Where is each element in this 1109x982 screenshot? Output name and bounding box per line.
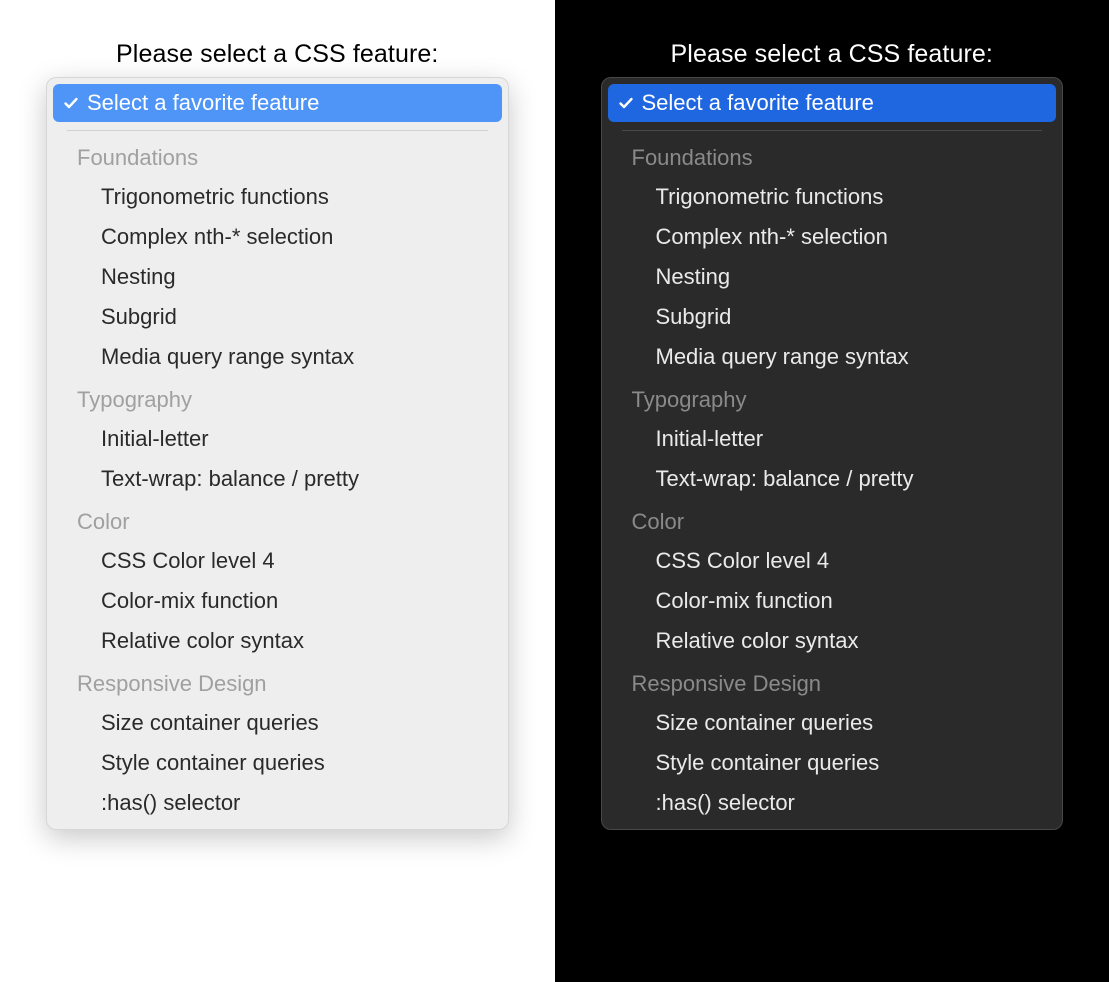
- option-item[interactable]: Text-wrap: balance / pretty: [608, 459, 1057, 499]
- option-item[interactable]: CSS Color level 4: [53, 541, 502, 581]
- option-group: Typography Initial-letter Text-wrap: bal…: [53, 377, 502, 499]
- option-item[interactable]: Size container queries: [53, 703, 502, 743]
- divider: [622, 130, 1043, 131]
- option-item[interactable]: CSS Color level 4: [608, 541, 1057, 581]
- selected-option-label: Select a favorite feature: [642, 90, 874, 116]
- option-item[interactable]: Relative color syntax: [608, 621, 1057, 661]
- group-title: Responsive Design: [608, 665, 1057, 703]
- option-item[interactable]: Complex nth-* selection: [608, 217, 1057, 257]
- option-item[interactable]: Style container queries: [53, 743, 502, 783]
- selected-option-label: Select a favorite feature: [87, 90, 319, 116]
- selected-option[interactable]: Select a favorite feature: [53, 84, 502, 122]
- option-item[interactable]: Complex nth-* selection: [53, 217, 502, 257]
- option-item[interactable]: Style container queries: [608, 743, 1057, 783]
- option-group: Typography Initial-letter Text-wrap: bal…: [608, 377, 1057, 499]
- option-item[interactable]: Subgrid: [608, 297, 1057, 337]
- option-item[interactable]: Color-mix function: [53, 581, 502, 621]
- option-item[interactable]: Media query range syntax: [608, 337, 1057, 377]
- selected-option[interactable]: Select a favorite feature: [608, 84, 1057, 122]
- option-item[interactable]: :has() selector: [53, 783, 502, 823]
- option-item[interactable]: Text-wrap: balance / pretty: [53, 459, 502, 499]
- option-item[interactable]: Initial-letter: [53, 419, 502, 459]
- option-group: Responsive Design Size container queries…: [608, 661, 1057, 823]
- group-title: Typography: [53, 381, 502, 419]
- prompt-label: Please select a CSS feature:: [601, 40, 1064, 69]
- select-dropdown[interactable]: Select a favorite feature Foundations Tr…: [46, 77, 509, 830]
- option-group: Responsive Design Size container queries…: [53, 661, 502, 823]
- option-item[interactable]: Trigonometric functions: [53, 177, 502, 217]
- option-item[interactable]: :has() selector: [608, 783, 1057, 823]
- option-group: Color CSS Color level 4 Color-mix functi…: [53, 499, 502, 661]
- divider: [67, 130, 488, 131]
- dark-mode-pane: Please select a CSS feature: Select a fa…: [555, 0, 1109, 982]
- group-title: Foundations: [53, 139, 502, 177]
- option-item[interactable]: Subgrid: [53, 297, 502, 337]
- prompt-label: Please select a CSS feature:: [46, 40, 509, 69]
- option-item[interactable]: Size container queries: [608, 703, 1057, 743]
- group-title: Typography: [608, 381, 1057, 419]
- option-group: Color CSS Color level 4 Color-mix functi…: [608, 499, 1057, 661]
- option-group: Foundations Trigonometric functions Comp…: [53, 135, 502, 377]
- option-group: Foundations Trigonometric functions Comp…: [608, 135, 1057, 377]
- select-dropdown[interactable]: Select a favorite feature Foundations Tr…: [601, 77, 1064, 830]
- light-mode-pane: Please select a CSS feature: Select a fa…: [0, 0, 555, 982]
- option-item[interactable]: Initial-letter: [608, 419, 1057, 459]
- group-title: Responsive Design: [53, 665, 502, 703]
- option-item[interactable]: Color-mix function: [608, 581, 1057, 621]
- check-icon: [63, 95, 79, 111]
- option-item[interactable]: Media query range syntax: [53, 337, 502, 377]
- group-title: Color: [608, 503, 1057, 541]
- group-title: Foundations: [608, 139, 1057, 177]
- option-item[interactable]: Nesting: [53, 257, 502, 297]
- option-item[interactable]: Trigonometric functions: [608, 177, 1057, 217]
- option-item[interactable]: Nesting: [608, 257, 1057, 297]
- group-title: Color: [53, 503, 502, 541]
- option-item[interactable]: Relative color syntax: [53, 621, 502, 661]
- check-icon: [618, 95, 634, 111]
